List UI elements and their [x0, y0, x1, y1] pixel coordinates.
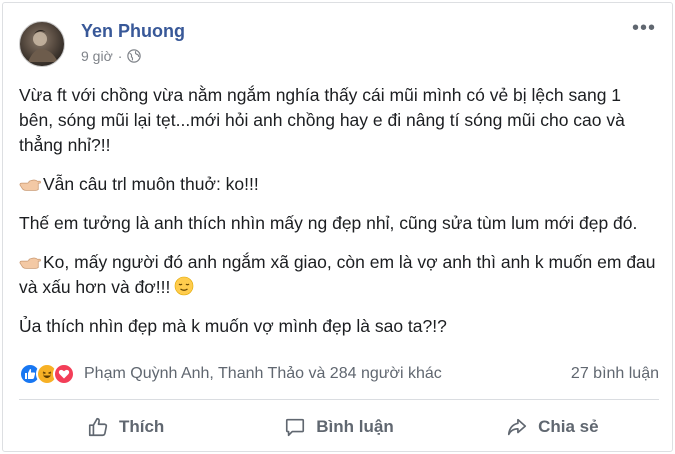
like-label: Thích	[118, 417, 165, 436]
paragraph-text: Ủa thích nhìn đẹp mà k muốn vợ mình đẹp …	[19, 316, 447, 336]
author-name[interactable]: Yen Phuong	[81, 21, 185, 42]
avatar-photo	[28, 30, 58, 62]
like-button[interactable]: Thích	[19, 416, 232, 438]
post-paragraph: Vẫn câu trl muôn thuở: ko!!!	[19, 172, 659, 197]
post-body: Vừa ft với chồng vừa nằm ngắm nghía thấy…	[19, 83, 659, 353]
pointing-hand-icon	[19, 257, 41, 269]
more-options-icon[interactable]: •••	[632, 17, 656, 40]
divider	[19, 399, 659, 400]
share-button[interactable]: Chia sẻ	[446, 416, 659, 438]
globe-icon[interactable]	[127, 49, 142, 63]
avatar[interactable]	[19, 21, 65, 67]
reaction-names[interactable]: Phạm Quỳnh Anh, Thanh Thảo và 284 người …	[84, 365, 571, 383]
relieved-face-icon	[175, 276, 194, 296]
comment-button[interactable]: Bình luận	[232, 416, 445, 438]
reaction-icons[interactable]	[19, 363, 75, 385]
post-time[interactable]: 9 giờ	[81, 48, 113, 64]
share-label: Chia sẻ	[538, 417, 599, 436]
comment-icon	[286, 418, 305, 437]
post-paragraph: Thế em tưởng là anh thích nhìn mấy ng đẹ…	[19, 211, 659, 236]
paragraph-text: Vẫn câu trl muôn thuở: ko!!!	[43, 174, 259, 194]
post-paragraph: Vừa ft với chồng vừa nằm ngắm nghía thấy…	[19, 83, 659, 158]
post-meta: 9 giờ ·	[81, 48, 142, 64]
love-reaction-icon[interactable]	[53, 363, 75, 385]
pointing-hand-icon	[19, 179, 41, 191]
paragraph-text: Vừa ft với chồng vừa nằm ngắm nghía thấy…	[19, 85, 625, 155]
paragraph-text: Thế em tưởng là anh thích nhìn mấy ng đẹ…	[19, 213, 638, 233]
share-icon	[508, 418, 527, 436]
comments-count[interactable]: 27 bình luận	[571, 365, 659, 383]
action-bar: Thích Bình luận Chia sẻ	[19, 407, 659, 447]
comment-label: Bình luận	[316, 417, 394, 436]
thumbs-up-icon	[88, 417, 108, 437]
post-paragraph: Ủa thích nhìn đẹp mà k muốn vợ mình đẹp …	[19, 314, 659, 339]
paragraph-text: Ko, mấy người đó anh ngắm xã giao, còn e…	[19, 252, 656, 297]
reactions-bar: Phạm Quỳnh Anh, Thanh Thảo và 284 người …	[19, 361, 659, 387]
post-card: Yen Phuong 9 giờ · ••• Vừa ft với chồng …	[2, 2, 673, 452]
post-paragraph: Ko, mấy người đó anh ngắm xã giao, còn e…	[19, 250, 659, 300]
